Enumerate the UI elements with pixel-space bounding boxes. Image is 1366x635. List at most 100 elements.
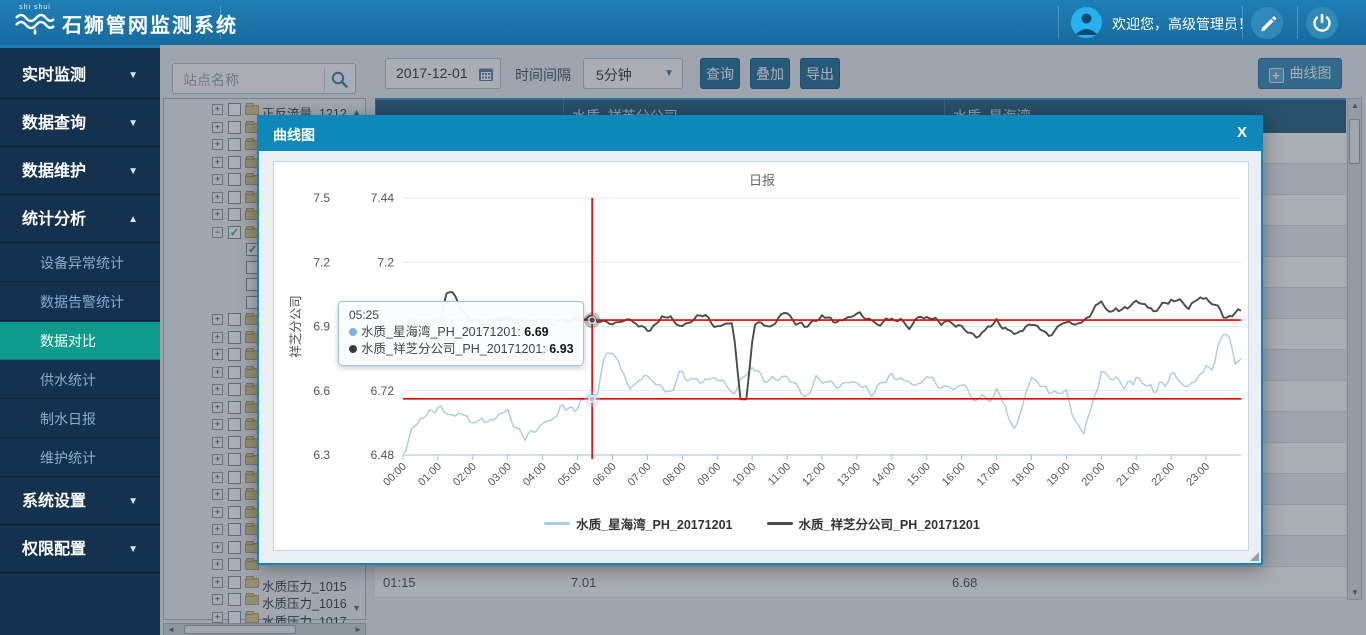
y-axis-name: 祥芝分公司 [288, 295, 303, 358]
sidebar-subitem-4[interactable]: 设备异常统计 [0, 244, 160, 282]
y-axis-tick-label: 6.3 [313, 448, 330, 462]
y-axis2-tick-label: 6.72 [371, 384, 395, 398]
close-icon[interactable]: X [1237, 124, 1247, 141]
modal-header[interactable]: 曲线图 X [259, 117, 1261, 151]
series-dot-icon [349, 328, 357, 336]
x-axis-tick-label: 07:00 [626, 461, 654, 489]
legend-line-icon [544, 522, 570, 525]
tooltip-row: 水质_祥芝分公司_PH_20171201: 6.93 [349, 341, 573, 358]
header-divider [220, 6, 221, 39]
pencil-icon [1251, 7, 1283, 39]
chart-tooltip: 05:25 水质_星海湾_PH_20171201: 6.69水质_祥芝分公司_P… [338, 301, 584, 366]
sidebar-accent-line [0, 45, 160, 48]
sidebar-subitem-5[interactable]: 数据告警统计 [0, 283, 160, 321]
sidebar-nav: 实时监测 ▼ 数据查询 ▼ 数据维护 ▼ 统计分析 ▲设备异常统计数据告警统计数据对比供水统计… [0, 45, 160, 635]
welcome-text: 欢迎您，高级管理员！ [1112, 14, 1252, 34]
x-axis-tick-label: 14:00 [870, 461, 898, 489]
x-axis-tick-label: 21:00 [1114, 461, 1142, 489]
hover-marker [589, 317, 595, 323]
sidebar-item-11[interactable]: 权限配置 ▼ [0, 526, 160, 573]
edit-button[interactable] [1251, 7, 1283, 39]
sidebar-item-1[interactable]: 数据查询 ▼ [0, 100, 160, 147]
chevron-down-icon: ▼ [128, 148, 138, 195]
chevron-down-icon: ▼ [128, 100, 138, 147]
header-divider [1242, 6, 1243, 39]
y-axis2-tick-label: 7.44 [371, 191, 395, 205]
x-axis-tick-label: 02:00 [451, 461, 479, 489]
user-avatar-icon[interactable] [1071, 7, 1102, 38]
chart-legend: 水质_星海湾_PH_20171201 水质_祥芝分公司_PH_20171201 [274, 514, 1250, 533]
sidebar-subitem-9[interactable]: 维护统计 [0, 439, 160, 477]
sidebar-item-label: 数据维护 [22, 163, 86, 180]
legend-label: 水质_祥芝分公司_PH_20171201 [799, 514, 980, 533]
modal-title: 曲线图 [273, 125, 315, 145]
sidebar-item-label: 设备异常统计 [40, 255, 124, 271]
app-root: shi shui 石狮管网监测系统 欢迎您，高级管理员！ [0, 0, 1366, 635]
x-axis-tick-label: 23:00 [1184, 461, 1212, 489]
x-axis-tick-label: 11:00 [766, 461, 793, 488]
series-dot-icon [349, 345, 357, 353]
sidebar-item-label: 数据告警统计 [40, 294, 124, 310]
x-axis-tick-label: 10:00 [730, 461, 758, 489]
sidebar-item-label: 权限配置 [22, 541, 86, 558]
sidebar-subitem-6[interactable]: 数据对比 [0, 322, 160, 360]
sidebar-item-label: 数据对比 [40, 333, 96, 349]
x-axis-tick-label: 20:00 [1080, 461, 1108, 489]
chart-panel: 日报 7.57.26.96.66.37.447.26.966.726.48祥芝分… [273, 161, 1249, 551]
curve-chart-modal: 曲线图 X 日报 7.57.26.96.66.37.447.26.966.726… [257, 115, 1263, 565]
sidebar-item-label: 实时监测 [22, 67, 86, 84]
legend-label: 水质_星海湾_PH_20171201 [576, 514, 732, 533]
tooltip-row: 水质_星海湾_PH_20171201: 6.69 [349, 324, 573, 341]
legend-item-1[interactable]: 水质_祥芝分公司_PH_20171201 [767, 514, 980, 533]
y-axis-tick-label: 7.2 [313, 255, 330, 269]
header-divider [1297, 6, 1298, 39]
x-axis-tick-label: 19:00 [1045, 461, 1073, 489]
sidebar-subitem-7[interactable]: 供水统计 [0, 361, 160, 399]
y-axis-tick-label: 6.9 [313, 320, 330, 334]
app-logo-waves-icon: shi shui [14, 4, 56, 42]
x-axis-tick-label: 22:00 [1149, 461, 1177, 489]
y-axis-tick-label: 6.6 [313, 384, 330, 398]
y-axis2-tick-label: 6.48 [371, 448, 395, 462]
x-axis-tick-label: 01:00 [416, 461, 444, 489]
x-axis-tick-label: 18:00 [1010, 461, 1038, 489]
x-axis-tick-label: 16:00 [940, 461, 968, 489]
sidebar-item-label: 系统设置 [22, 493, 86, 510]
chevron-down-icon: ▼ [128, 526, 138, 573]
x-axis-tick-label: 06:00 [591, 461, 619, 489]
chevron-down-icon: ▼ [128, 478, 138, 525]
legend-item-0[interactable]: 水质_星海湾_PH_20171201 [544, 514, 732, 533]
x-axis-tick-label: 15:00 [905, 461, 933, 489]
x-axis-tick-label: 04:00 [521, 461, 549, 489]
chevron-up-icon: ▲ [128, 196, 138, 243]
sidebar-item-label: 数据查询 [22, 115, 86, 132]
x-axis-tick-label: 12:00 [800, 461, 828, 489]
power-icon [1306, 7, 1338, 39]
chevron-down-icon: ▼ [128, 52, 138, 99]
x-axis-tick-label: 00:00 [381, 461, 409, 489]
app-title: 石狮管网监测系统 [62, 9, 238, 38]
header-divider [1058, 6, 1059, 39]
resize-grip-icon[interactable] [1250, 552, 1259, 561]
legend-line-icon [767, 522, 793, 525]
y-axis2-tick-label: 7.2 [377, 255, 394, 269]
sidebar-item-3[interactable]: 统计分析 ▲ [0, 196, 160, 243]
sidebar-item-10[interactable]: 系统设置 ▼ [0, 478, 160, 525]
x-axis-tick-label: 08:00 [661, 461, 689, 489]
hover-marker [589, 396, 595, 402]
x-axis-tick-label: 03:00 [486, 461, 514, 489]
sidebar-subitem-8[interactable]: 制水日报 [0, 400, 160, 438]
logout-button[interactable] [1306, 7, 1338, 39]
logo-small-text: shi shui [14, 4, 56, 11]
sidebar-item-label: 制水日报 [40, 411, 96, 427]
sidebar-item-label: 统计分析 [22, 211, 86, 228]
top-header: shi shui 石狮管网监测系统 欢迎您，高级管理员！ [0, 0, 1366, 45]
sidebar-item-0[interactable]: 实时监测 ▼ [0, 52, 160, 99]
x-axis-tick-label: 05:00 [556, 461, 584, 489]
tooltip-time: 05:25 [349, 308, 573, 322]
y-axis-tick-label: 7.5 [313, 191, 330, 205]
x-axis-tick-label: 17:00 [975, 461, 1003, 489]
sidebar-item-label: 维护统计 [40, 450, 96, 466]
sidebar-item-2[interactable]: 数据维护 ▼ [0, 148, 160, 195]
x-axis-tick-label: 09:00 [695, 461, 723, 489]
